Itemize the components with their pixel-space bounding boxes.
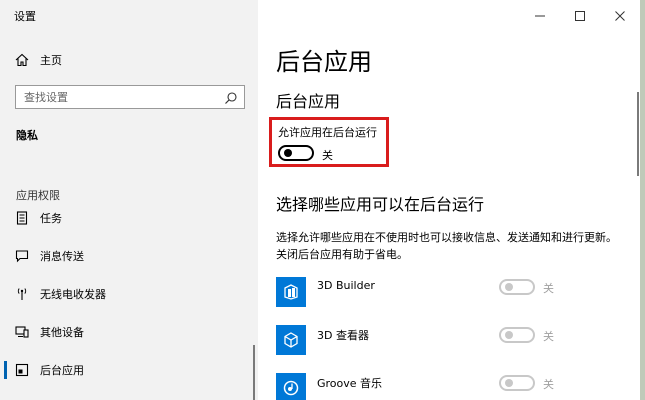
window-title: 设置 [14, 10, 36, 23]
sidebar-scrollbar[interactable] [253, 345, 255, 400]
minimize-icon [535, 6, 545, 25]
nav-home[interactable]: 主页 [0, 45, 258, 75]
search-box[interactable] [15, 85, 245, 109]
active-indicator [4, 361, 7, 379]
sidebar-item-messaging[interactable]: 消息传送 [0, 241, 258, 271]
app-row-groove-music: Groove 音乐 关 [276, 373, 631, 400]
background-apps-icon [14, 362, 30, 378]
app-toggle-state: 关 [543, 282, 554, 295]
app-name: Groove 音乐 [317, 377, 383, 390]
search-icon[interactable] [224, 90, 238, 104]
app-row-3d-viewer: 3D 查看器 关 [276, 325, 631, 361]
app-row-3d-builder: 3D Builder 关 [276, 277, 631, 313]
app-background-toggle[interactable] [499, 279, 535, 295]
search-input[interactable] [24, 89, 214, 105]
close-button[interactable] [600, 0, 640, 30]
current-section-heading: 隐私 [16, 129, 38, 142]
sidebar-item-label: 无线电收发器 [40, 288, 106, 301]
devices-icon [14, 324, 30, 340]
sidebar-item-other-devices[interactable]: 其他设备 [0, 317, 258, 347]
choose-apps-description: 选择允许哪些应用在不使用时也可以接收信息、发送通知和进行更新。关闭后台应用有助于… [276, 231, 617, 261]
app-permissions-label: 应用权限 [16, 189, 60, 202]
page-title: 后台应用 [276, 48, 372, 76]
app-name: 3D Builder [317, 279, 375, 292]
3d-builder-icon [276, 277, 306, 307]
sidebar-item-label: 任务 [40, 212, 62, 225]
sidebar-item-label: 后台应用 [40, 364, 84, 377]
main-content: 后台应用 后台应用 允许应用在后台运行 关 选择哪些应用可以在后台运行 选择允许… [258, 0, 640, 400]
groove-music-icon [276, 373, 306, 400]
maximize-icon [575, 6, 585, 25]
maximize-button[interactable] [560, 0, 600, 30]
subsection-title: 后台应用 [276, 92, 341, 111]
app-background-toggle[interactable] [499, 375, 535, 391]
sidebar-item-radios[interactable]: 无线电收发器 [0, 279, 258, 309]
sidebar-item-tasks[interactable]: 任务 [0, 203, 258, 233]
desktop-background [640, 0, 645, 400]
nav-home-label: 主页 [40, 54, 62, 67]
app-toggle-state: 关 [543, 330, 554, 343]
sidebar-item-label: 消息传送 [40, 250, 84, 263]
toggle-knob [505, 331, 513, 339]
sidebar-item-label: 其他设备 [40, 326, 84, 339]
highlight-annotation [269, 117, 389, 167]
choose-apps-heading: 选择哪些应用可以在后台运行 [276, 195, 485, 214]
minimize-button[interactable] [520, 0, 560, 30]
toggle-knob [505, 379, 513, 387]
settings-window: 设置 主页 隐私 应用权限 任务 消息传送 [0, 0, 640, 400]
app-name: 3D 查看器 [317, 329, 369, 342]
close-icon [615, 6, 625, 25]
tasks-icon [14, 210, 30, 226]
toggle-knob [505, 283, 513, 291]
sidebar-item-background-apps[interactable]: 后台应用 [0, 355, 258, 385]
app-background-toggle[interactable] [499, 327, 535, 343]
sidebar: 设置 主页 隐私 应用权限 任务 消息传送 [0, 0, 258, 400]
window-controls [520, 0, 640, 30]
home-icon [14, 52, 30, 68]
message-icon [14, 248, 30, 264]
3d-viewer-icon [276, 325, 306, 355]
app-toggle-state: 关 [543, 378, 554, 391]
main-scrollbar[interactable] [637, 92, 639, 176]
radio-icon [14, 286, 30, 302]
